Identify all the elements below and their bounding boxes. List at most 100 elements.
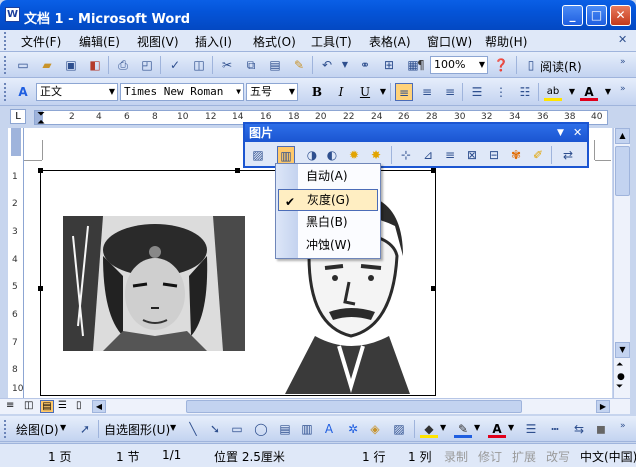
font-size-dropdown-icon[interactable]: ▼ — [289, 84, 295, 100]
paste-icon[interactable]: ▤ — [266, 56, 284, 74]
vertical-text-box-icon[interactable]: ▥ — [298, 420, 316, 438]
print-view-icon[interactable]: ▤ — [40, 400, 54, 413]
spelling-icon[interactable]: ✓ — [166, 56, 184, 74]
hanging-indent-marker[interactable]: ⏶ — [37, 117, 45, 128]
diagram-icon[interactable]: ✲ — [344, 420, 362, 438]
autoshapes-button[interactable]: 自选图形(U) — [104, 421, 170, 438]
style-dropdown-icon[interactable]: ▼ — [109, 84, 115, 100]
line-weight-icon[interactable]: ☰ — [522, 420, 540, 438]
italic-button[interactable]: I — [332, 83, 350, 101]
draw-dropdown-icon[interactable]: ▼ — [60, 423, 66, 432]
underline-button[interactable]: U — [356, 83, 374, 101]
title-bar[interactable]: W 文档 1 - Microsoft Word _ □ ✕ — [0, 0, 636, 30]
picture-icon[interactable]: ▨ — [390, 420, 408, 438]
minimize-button[interactable]: _ — [562, 5, 583, 26]
vertical-scrollbar[interactable]: ▲ ▼ ⏶ ● ⏷ — [613, 128, 630, 398]
bold-button[interactable]: B — [308, 83, 326, 101]
line-spacing-icon[interactable]: ☰ — [468, 83, 486, 101]
line-color-icon[interactable]: ✎ — [454, 420, 472, 438]
menu-file[interactable]: 文件(F) — [21, 33, 61, 50]
undo-icon[interactable]: ↶ — [318, 56, 336, 74]
drawing-toolbar-grip[interactable] — [4, 420, 8, 438]
toolbar-options-icon[interactable]: ▼ — [557, 124, 564, 142]
status-ext[interactable]: 扩展 — [512, 448, 536, 465]
toolbar-close-icon[interactable]: ✕ — [573, 124, 582, 142]
scroll-up-icon[interactable]: ▲ — [615, 128, 630, 144]
web-view-icon[interactable]: ◫ — [24, 400, 33, 411]
resize-handle[interactable] — [235, 168, 240, 173]
font-size-combo[interactable]: 五号 ▼ — [246, 83, 298, 101]
fill-color-icon[interactable]: ◆ — [420, 420, 438, 438]
print-icon[interactable]: ⎙ — [114, 56, 132, 74]
menu-close-doc-icon[interactable]: ✕ — [618, 33, 627, 46]
text-wrapping-icon[interactable]: ⊟ — [485, 146, 503, 164]
hyperlink-icon[interactable]: ⚭ — [356, 56, 374, 74]
line-icon[interactable]: ╲ — [184, 420, 202, 438]
horizontal-scrollbar[interactable]: ≡ ◫ ▤ ☰ ▯ ◀ ▶ — [0, 398, 630, 414]
close-button[interactable]: ✕ — [610, 5, 631, 26]
align-right-icon[interactable]: ≡ — [441, 83, 459, 101]
menu-item-automatic[interactable]: 自动(A) — [278, 166, 378, 188]
select-browse-object-icon[interactable]: ● — [617, 372, 625, 382]
undo-dropdown-icon[interactable]: ▼ — [336, 56, 354, 74]
horizontal-scroll-thumb[interactable] — [186, 400, 522, 413]
resize-handle[interactable] — [38, 168, 43, 173]
menu-help[interactable]: 帮助(H) — [485, 33, 527, 50]
read-icon[interactable]: ▯ — [522, 56, 540, 74]
style-combo[interactable]: 正文 ▼ — [36, 83, 118, 101]
soldier-photo[interactable] — [63, 216, 245, 351]
menu-table[interactable]: 表格(A) — [369, 33, 411, 50]
color-icon[interactable]: ▥ — [277, 146, 295, 164]
outline-view-icon[interactable]: ☰ — [58, 400, 67, 411]
read-button[interactable]: 阅读(R) — [540, 58, 582, 75]
format-options-icon[interactable]: » — [620, 84, 626, 94]
formatting-toolbar-grip[interactable] — [4, 83, 8, 101]
rotate-left-icon[interactable]: ⊿ — [419, 146, 437, 164]
dash-style-icon[interactable]: ┅ — [546, 420, 564, 438]
copy-icon[interactable]: ⧉ — [242, 56, 260, 74]
new-document-icon[interactable]: ▭ — [14, 56, 32, 74]
align-left-icon[interactable]: ≡ — [395, 83, 413, 101]
highlight-icon[interactable]: ab — [544, 83, 562, 101]
align-center-icon[interactable]: ≡ — [418, 83, 436, 101]
scroll-left-icon[interactable]: ◀ — [92, 400, 106, 413]
more-brightness-icon[interactable]: ✹ — [345, 146, 363, 164]
resize-handle[interactable] — [431, 286, 436, 291]
standard-toolbar-grip[interactable] — [4, 56, 8, 74]
tables-borders-icon[interactable]: ⊞ — [380, 56, 398, 74]
vertical-ruler[interactable]: 1 2 3 4 5 6 7 8 10 — [8, 128, 24, 398]
previous-page-icon[interactable]: ⏶ — [616, 360, 623, 370]
save-icon[interactable]: ▣ — [62, 56, 80, 74]
menu-bar-grip[interactable] — [4, 32, 8, 50]
draw-font-color-icon[interactable]: A — [488, 420, 506, 438]
status-ovr[interactable]: 改写 — [546, 448, 570, 465]
menu-insert[interactable]: 插入(I) — [195, 33, 232, 50]
text-box-icon[interactable]: ▤ — [276, 420, 294, 438]
fill-color-dropdown-icon[interactable]: ▼ — [440, 423, 446, 432]
clip-art-icon[interactable]: ◈ — [366, 420, 384, 438]
reading-view-icon[interactable]: ▯ — [76, 400, 82, 411]
menu-format[interactable]: 格式(O) — [253, 33, 296, 50]
toolbar-options-icon[interactable]: » — [620, 57, 626, 67]
maximize-button[interactable]: □ — [586, 5, 607, 26]
autoshapes-dropdown-icon[interactable]: ▼ — [170, 423, 176, 432]
numbering-icon[interactable]: ⋮ — [492, 83, 510, 101]
font-color-button[interactable]: A — [580, 83, 598, 101]
crop-icon[interactable]: ⊹ — [397, 146, 415, 164]
word-app-icon[interactable]: W — [5, 7, 20, 22]
menu-item-grayscale[interactable]: ✔ 灰度(G) — [278, 189, 378, 211]
less-brightness-icon[interactable]: ✸ — [367, 146, 385, 164]
arrow-style-icon[interactable]: ⇆ — [570, 420, 588, 438]
print-preview-icon[interactable]: ◰ — [138, 56, 156, 74]
show-hide-icon[interactable]: ¶ — [412, 56, 430, 74]
format-picture-icon[interactable]: ✾ — [507, 146, 525, 164]
tab-selector-icon[interactable]: L — [10, 109, 26, 124]
status-trk[interactable]: 修订 — [478, 448, 502, 465]
status-rec[interactable]: 录制 — [444, 448, 468, 465]
scroll-right-icon[interactable]: ▶ — [596, 400, 610, 413]
drawing-options-icon[interactable]: » — [620, 421, 626, 431]
insert-picture-icon[interactable]: ▨ — [249, 146, 267, 164]
menu-item-black-white[interactable]: 黑白(B) — [278, 212, 378, 234]
menu-window[interactable]: 窗口(W) — [427, 33, 472, 50]
font-color-dropdown-icon[interactable]: ▼ — [599, 83, 617, 101]
